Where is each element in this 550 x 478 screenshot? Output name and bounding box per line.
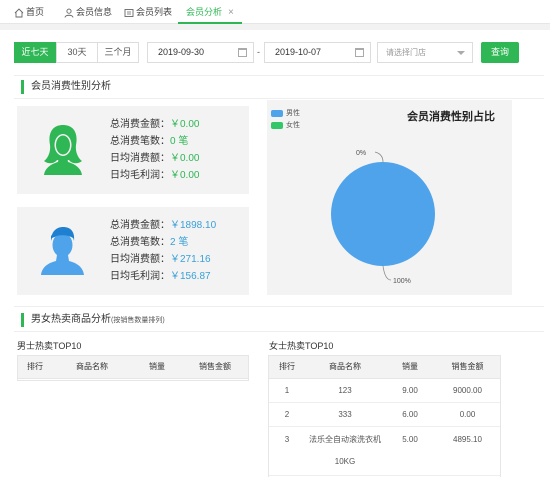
slice-label-male: 100% [393,278,411,285]
pie-svg: 100% 0% [331,150,435,285]
calendar-icon [355,48,364,57]
user-icon [64,8,74,18]
slice-label-female: 0% [356,150,366,157]
stat-row: 总消费金额：￥1898.10 [110,220,217,231]
divider [14,75,544,76]
male-top-grid: 排行 商品名称 销量 销售金额 [18,356,248,379]
start-date-input[interactable]: 2019-09-30 [147,42,254,63]
stat-row: 日均毛利润：￥0.00 [110,170,200,181]
stat-row: 总消费笔数：0 笔 [110,136,189,147]
tab-home[interactable]: 首页 [14,0,44,24]
tab-member-list[interactable]: 会员列表 [124,0,172,24]
table-header-row: 排行 商品名称 销量 销售金额 [18,356,248,379]
chevron-down-icon [457,51,465,55]
close-icon[interactable]: × [228,7,234,18]
tab-member-info[interactable]: 会员信息 [64,0,112,24]
stat-row: 日均消费额：￥0.00 [110,153,200,164]
gender-section-title: 会员消费性别分析 [21,80,111,94]
male-avatar-icon [41,227,84,275]
male-top-title: 男士热卖TOP10 [17,341,82,351]
store-select[interactable]: 请选择门店 [377,42,473,63]
end-date-input[interactable]: 2019-10-07 [264,42,371,63]
query-button[interactable]: 查询 [481,42,519,63]
list-icon [124,8,134,17]
female-stats-card: 总消费金额：￥0.00 总消费笔数：0 笔 日均消费额：￥0.00 日均毛利润：… [17,106,249,194]
divider [14,98,544,99]
stat-row: 日均毛利润：￥156.87 [110,271,211,282]
range-7days-button[interactable]: 近七天 [14,42,56,63]
tab-bar: 首页 会员信息 会员列表 会员分析 × [0,0,550,24]
gender-pie-chart: 男性 女性 会员消费性别占比 100% 0% [267,100,512,295]
hot-section-title: 男女热卖商品分析(按销售数量排列) [21,313,165,327]
table-header-row: 排行 商品名称 销量 销售金额 [269,356,500,379]
male-top-table: 排行 商品名称 销量 销售金额 [17,355,249,381]
table-row: 3 法乐全自动滚洗衣机 10KG 5.00 4895.10 [269,426,500,476]
male-stats-card: 总消费金额：￥1898.10 总消费笔数：2 笔 日均消费额：￥271.16 日… [17,207,249,295]
date-separator: - [257,47,260,57]
range-3months-button[interactable]: 三个月 [97,42,139,63]
leader-line [382,265,392,281]
pie-slice-male[interactable] [331,162,435,266]
home-icon [14,7,24,18]
divider [14,331,544,332]
tab-gap [0,24,550,30]
range-30days-button[interactable]: 30天 [56,42,98,63]
male-stats: 总消费金额：￥1898.10 总消费笔数：2 笔 日均消费额：￥271.16 日… [110,217,216,285]
female-top-title: 女士热卖TOP10 [269,341,334,351]
stat-row: 日均消费额：￥271.16 [110,254,211,265]
leader-line [374,151,384,163]
female-top-grid: 排行 商品名称 销量 销售金额 1 123 9.00 9000.00 2 333… [269,356,500,476]
tab-member-analysis[interactable]: 会员分析 × [178,0,242,24]
calendar-icon [238,48,247,57]
table-row: 2 333 6.00 0.00 [269,402,500,427]
female-stats: 总消费金额：￥0.00 总消费笔数：0 笔 日均消费额：￥0.00 日均毛利润：… [110,116,199,184]
stat-row: 总消费金额：￥0.00 [110,119,200,130]
stat-row: 总消费笔数：2 笔 [110,237,189,248]
female-top-table: 排行 商品名称 销量 销售金额 1 123 9.00 9000.00 2 333… [268,355,501,477]
female-avatar-icon [44,125,82,175]
table-row: 1 123 9.00 9000.00 [269,378,500,403]
divider [14,306,544,307]
